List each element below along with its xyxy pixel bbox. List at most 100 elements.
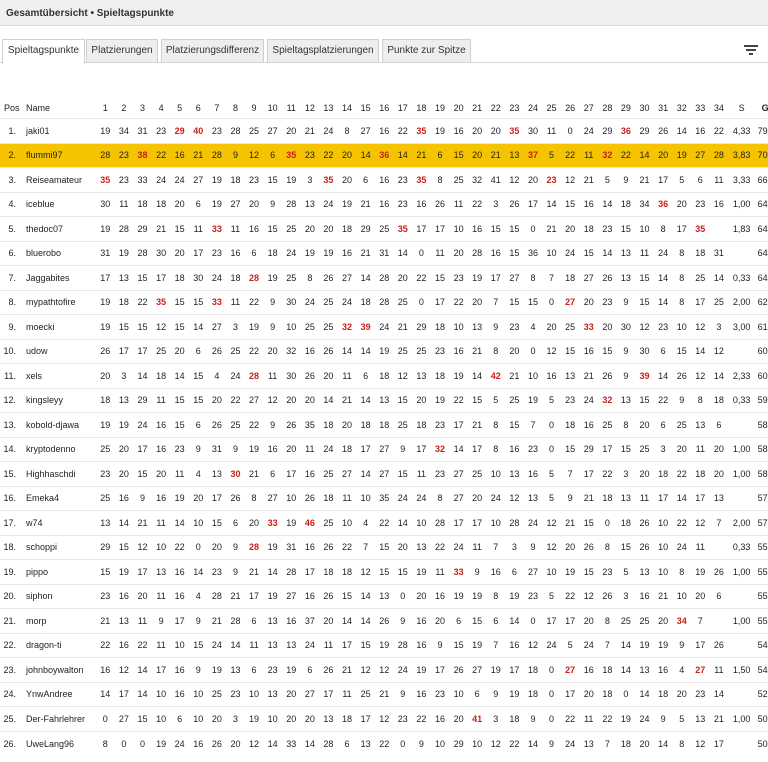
row-matchday-points: 15 bbox=[379, 566, 390, 577]
table-row[interactable]: 13. kobold-djawa 19 19 24 16 15 6 26 25 22 9 26 35 18 2… bbox=[0, 412, 768, 438]
row-matchday-points: 27 bbox=[211, 321, 222, 332]
row-matchday-points: 16 bbox=[583, 419, 594, 430]
row-s-value: 0,33 bbox=[732, 395, 751, 406]
page-header: Gesamtübersicht • Spieltagspunkte bbox=[0, 0, 768, 26]
row-matchday-points: 17 bbox=[416, 223, 427, 234]
table-row[interactable]: 23. johnboywalton 16 12 14 17 16 9 19 13 6 23 19 6 26 2… bbox=[0, 657, 768, 683]
table-row[interactable]: 15. Highhaschdi 23 20 15 20 11 4 13 30 21 6 17 16 25 27… bbox=[0, 461, 768, 487]
row-matchday-points: 14 bbox=[356, 143, 375, 168]
row-matchday-points: 25 bbox=[379, 223, 390, 234]
row-matchday-points: 20 bbox=[174, 346, 185, 357]
column-header-matchday-3: 3 bbox=[139, 103, 145, 113]
table-row[interactable]: 26. UweLang96 8 0 0 19 24 16 26 20 12 14 33 14 28 6 13 22… bbox=[0, 731, 768, 756]
row-matchday-points: 15 bbox=[137, 468, 148, 479]
row-matchday-points: 8 bbox=[679, 272, 685, 283]
row-s-value: 0,33 bbox=[732, 272, 751, 283]
row-matchday-points: 16 bbox=[156, 419, 167, 430]
table-row[interactable]: 16. Emeka4 25 16 9 16 19 20 17 26 8 27 10 26 18 11 10 35 2… bbox=[0, 486, 768, 511]
row-matchday-points: 21 bbox=[360, 199, 371, 210]
row-matchday-points: 26 bbox=[323, 664, 334, 675]
table-row[interactable]: 21. morp 21 13 11 9 17 9 21 28 6 13 16 37 20 14 14 26 9 16 2… bbox=[0, 608, 768, 634]
row-matchday-points: 20 bbox=[676, 689, 687, 700]
row-matchday-points: 12 bbox=[565, 174, 576, 185]
row-matchday-points: 9 bbox=[623, 297, 629, 308]
table-row[interactable]: 3. Reiseamateur 35 23 33 24 24 27 19 18 23 15 19 3 35 2… bbox=[0, 167, 768, 193]
row-matchday-points: 15 bbox=[174, 321, 185, 332]
column-header-matchday-21: 21 bbox=[472, 103, 483, 113]
row-matchday-points: 13 bbox=[620, 248, 631, 259]
row-matchday-points: 3 bbox=[121, 370, 127, 381]
row-matchday-points: 13 bbox=[304, 199, 315, 210]
table-row[interactable]: 22. dragon-ti 22 16 22 11 10 15 24 14 11 13 13 24 11 17… bbox=[0, 633, 768, 658]
row-matchday-points: 23 bbox=[658, 321, 669, 332]
filter-icon[interactable] bbox=[744, 44, 758, 56]
row-matchday-points: 10 bbox=[342, 517, 353, 528]
row-matchday-points: 27 bbox=[453, 493, 464, 504]
tab-punkte-zur-spitze[interactable]: Punkte zur Spitze bbox=[382, 39, 471, 62]
table-row[interactable]: 24. YnwAndree 14 17 14 10 16 10 25 23 10 13 20 27 17 11… bbox=[0, 682, 768, 707]
row-matchday-points: 17 bbox=[472, 444, 483, 455]
row-matchday-points: 23 bbox=[397, 199, 408, 210]
table-row[interactable]: 8. mypathtofire 19 18 22 35 15 15 33 11 22 9 30 24 25 2… bbox=[0, 290, 768, 315]
row-matchday-points: 17 bbox=[286, 468, 297, 479]
row-matchday-points: 16 bbox=[304, 346, 315, 357]
row-matchday-points: 22 bbox=[137, 297, 148, 308]
table-row[interactable]: 1. jaki01 19 34 31 23 29 40 23 28 25 27 20 21 24 8 27 16 2… bbox=[0, 118, 768, 144]
row-position: 26. bbox=[3, 738, 16, 749]
row-matchday-points: 14 bbox=[137, 664, 148, 675]
row-matchday-points: 20 bbox=[286, 713, 297, 724]
row-matchday-points: 18 bbox=[323, 419, 334, 430]
table-row[interactable]: 25. Der-Fahrlehrer 0 27 15 10 6 10 20 3 19 10 20 20 13… bbox=[0, 706, 768, 732]
table-row[interactable]: 4. iceblue 30 11 18 18 20 6 19 27 20 9 28 13 24 19 21 16 2… bbox=[0, 192, 768, 217]
row-matchday-points: 22 bbox=[453, 395, 464, 406]
row-matchday-points: 9 bbox=[270, 419, 276, 430]
table-row[interactable]: 7. Jaggabites 17 13 15 17 18 30 24 18 28 19 25 8 26 27 1… bbox=[0, 265, 768, 291]
tab-platzierungsdifferenz[interactable]: Platzierungsdifferenz bbox=[161, 39, 264, 62]
tab-spieltagspunkte[interactable]: Spieltagspunkte bbox=[2, 39, 85, 64]
row-matchday-points: 28 bbox=[249, 272, 260, 283]
row-matchday-points: 39 bbox=[360, 321, 371, 332]
row-total-points: 700 bbox=[755, 143, 768, 168]
table-row[interactable]: 6. bluerobo 31 19 28 30 20 17 23 16 6 18 24 19 19 16 21 3… bbox=[0, 241, 768, 266]
row-matchday-points: 25 bbox=[397, 419, 408, 430]
row-matchday-points: 21 bbox=[472, 346, 483, 357]
row-matchday-points: 22 bbox=[174, 542, 185, 553]
table-row[interactable]: 9. moecki 19 15 15 12 15 14 27 3 19 9 10 25 25 32 39 24 21… bbox=[0, 314, 768, 340]
row-matchday-points: 21 bbox=[412, 143, 431, 168]
table-row[interactable]: 5. thedoc07 19 28 29 21 15 11 33 11 16 15 25 20 20 18 29… bbox=[0, 216, 768, 242]
row-matchday-points: 12 bbox=[509, 174, 520, 185]
row-matchday-points: 27 bbox=[527, 566, 538, 577]
row-matchday-points: 11 bbox=[156, 591, 166, 602]
tab-platzierungen[interactable]: Platzierungen bbox=[86, 39, 158, 62]
row-matchday-points: 24 bbox=[211, 272, 222, 283]
row-matchday-points: 18 bbox=[602, 689, 613, 700]
row-matchday-points: 8 bbox=[530, 272, 536, 283]
table-row[interactable]: 10. udow 26 17 17 25 20 6 26 25 22 20 32 16 26 14 14 19 25… bbox=[0, 339, 768, 364]
row-matchday-points: 24 bbox=[156, 174, 167, 185]
row-matchday-points: 20 bbox=[658, 615, 669, 626]
table-row[interactable]: 11. xels 20 3 14 18 14 15 4 24 28 11 30 26 20 11 6 18 12 13… bbox=[0, 363, 768, 389]
row-matchday-points: 12 bbox=[527, 640, 538, 651]
row-matchday-points: 24 bbox=[527, 517, 538, 528]
row-matchday-points: 20 bbox=[304, 713, 315, 724]
tab-spieltagsplatzierungen[interactable]: Spieltagsplatzierungen bbox=[267, 39, 379, 62]
row-matchday-points: 25 bbox=[713, 297, 724, 308]
row-matchday-points: 23 bbox=[300, 143, 320, 168]
row-matchday-points: 16 bbox=[583, 346, 594, 357]
row-matchday-points: 16 bbox=[193, 738, 204, 749]
row-matchday-points: 24 bbox=[639, 713, 650, 724]
table-row[interactable]: 18. schoppi 29 15 12 10 22 0 20 9 28 19 31 16 26 22 7 15 2… bbox=[0, 535, 768, 560]
table-row[interactable]: 20. siphon 23 16 20 11 16 4 28 21 17 19 27 16 26 15 14 13… bbox=[0, 584, 768, 609]
row-position: 24. bbox=[3, 689, 16, 700]
row-matchday-points: 30 bbox=[639, 346, 650, 357]
table-row[interactable]: 12. kingsleyy 18 13 29 11 15 15 20 22 27 12 20 20 14 21… bbox=[0, 388, 768, 413]
table-row[interactable]: 19. pippo 15 19 17 13 16 14 23 9 21 14 28 17 18 18 12 15 1… bbox=[0, 559, 768, 585]
table-row[interactable]: 2. flummi97 28 23 38 22 16 21 28 9 12 6 35 23 22 20 14 36… bbox=[0, 143, 768, 168]
table-row[interactable]: 17. w74 13 14 21 11 14 10 15 6 20 33 19 46 25 10 4 22 14 10… bbox=[0, 510, 768, 536]
row-matchday-points: 19 bbox=[286, 664, 297, 675]
row-matchday-points: 20 bbox=[211, 395, 222, 406]
row-matchday-points: 20 bbox=[100, 370, 111, 381]
row-matchday-points: 6 bbox=[270, 468, 276, 479]
row-matchday-points: 8 bbox=[697, 395, 703, 406]
table-row[interactable]: 14. kryptodenno 25 20 17 16 23 9 31 9 19 16 20 11 24 18… bbox=[0, 437, 768, 462]
